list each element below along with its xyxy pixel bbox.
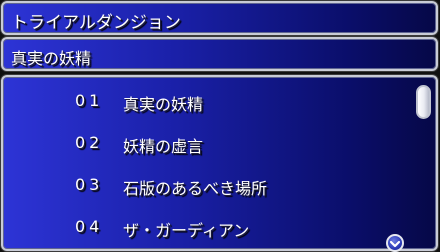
chevron-down-icon[interactable] [386, 234, 404, 252]
scrollbar-thumb[interactable] [416, 85, 431, 119]
selected-item-title: 真実の妖精 [11, 49, 92, 68]
item-name: 石版のあるべき場所 [123, 179, 268, 198]
item-number: 02 [75, 133, 104, 152]
list-item[interactable]: 03 石版のあるべき場所 [3, 173, 403, 201]
list-item[interactable]: 02 妖精の虚言 [3, 131, 403, 159]
window-title: トライアルダンジョン [11, 13, 181, 33]
item-number: 03 [75, 175, 104, 194]
list-item[interactable]: 04 ザ・ガーディアン [3, 215, 403, 243]
item-name: 真実の妖精 [123, 95, 204, 114]
quest-list-panel: 01 真実の妖精 02 妖精の虚言 03 石版のあるべき場所 04 ザ・ガーディ… [1, 75, 438, 251]
item-number: 04 [75, 217, 104, 236]
title-panel: トライアルダンジョン [1, 1, 438, 35]
list-item[interactable]: 01 真実の妖精 [3, 89, 403, 117]
item-name: ザ・ガーディアン [123, 221, 250, 240]
item-number: 01 [75, 91, 104, 110]
selected-item-panel: 真実の妖精 [1, 37, 438, 71]
item-name: 妖精の虚言 [123, 137, 204, 156]
